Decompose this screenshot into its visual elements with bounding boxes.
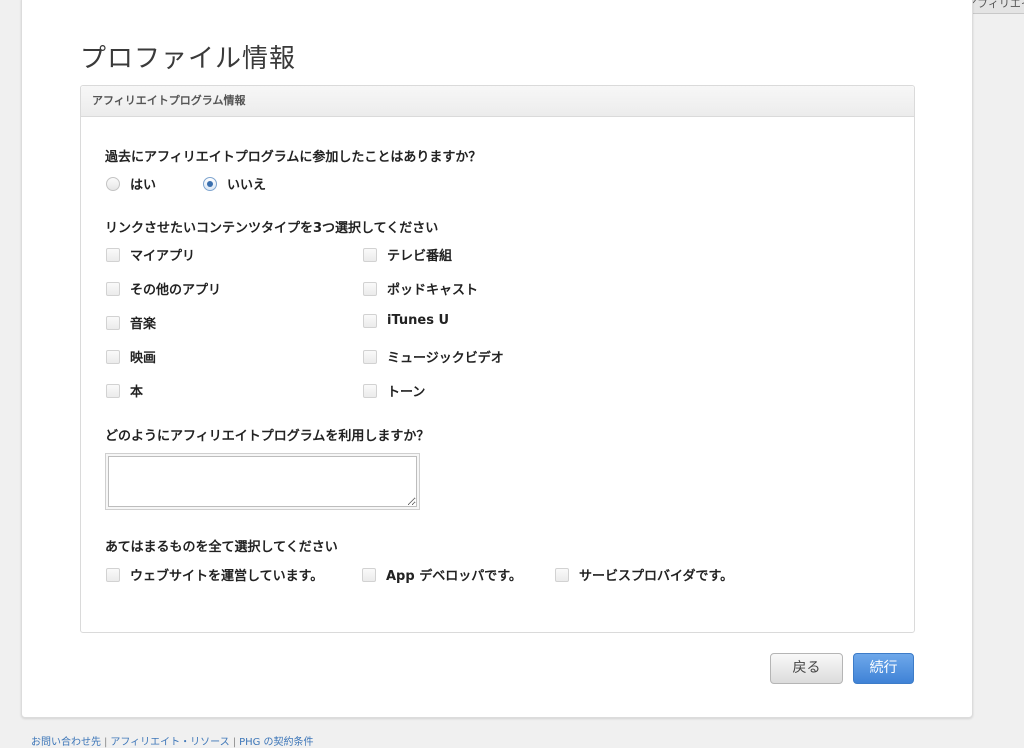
radio-yes[interactable]: はい xyxy=(106,174,156,193)
continue-button[interactable]: 続行 xyxy=(853,653,914,684)
radio-no[interactable]: いいえ xyxy=(203,174,266,193)
footer-link-contact[interactable]: お問い合わせ先 xyxy=(31,737,101,748)
checkbox-label: トーン xyxy=(387,385,426,400)
question-usage: どのようにアフィリエイトプログラムを利用しますか？ xyxy=(105,429,430,444)
checkbox-music[interactable]: 音楽 xyxy=(106,313,156,332)
footer-separator: | xyxy=(104,737,108,748)
question-content-types: リンクさせたいコンテンツタイプを3つ選択してください xyxy=(105,221,439,236)
checkbox-app-developer[interactable]: App デベロッパです。 xyxy=(362,565,522,584)
checkbox-label: 音楽 xyxy=(130,317,157,332)
checkbox[interactable] xyxy=(363,349,377,364)
usage-textarea[interactable] xyxy=(108,456,417,507)
checkbox-label: ポッドキャスト xyxy=(387,283,479,298)
checkbox[interactable] xyxy=(362,567,376,582)
checkbox[interactable] xyxy=(106,567,120,582)
question-past-participation: 過去にアフィリエイトプログラムに参加したことはありますか？ xyxy=(105,150,482,165)
question-applicable: あてはまるものを全て選択してください xyxy=(105,540,338,555)
checkbox-label: App デベロッパです。 xyxy=(386,569,522,584)
checkbox-podcasts[interactable]: ポッドキャスト xyxy=(363,279,478,298)
checkbox[interactable] xyxy=(106,247,120,262)
checkbox-label: iTunes U xyxy=(387,313,450,328)
page-title: プロファイル情報 xyxy=(80,44,297,74)
footer-links: お問い合わせ先 | アフィリエイト・リソース | PHG の契約条件 xyxy=(31,733,314,748)
checkbox[interactable] xyxy=(363,383,377,398)
checkbox[interactable] xyxy=(106,315,120,330)
checkbox[interactable] xyxy=(106,383,120,398)
footer-link-affiliate-resources[interactable]: アフィリエイト・リソース xyxy=(110,737,229,748)
checkbox[interactable] xyxy=(363,281,377,296)
checkbox-service-provider[interactable]: サービスプロバイダです。 xyxy=(555,565,733,584)
checkbox-website-owner[interactable]: ウェブサイトを運営しています。 xyxy=(106,565,323,584)
checkbox-label: その他のアプリ xyxy=(130,283,222,298)
checkbox-music-videos[interactable]: ミュージックビデオ xyxy=(363,347,504,366)
checkbox-tv-shows[interactable]: テレビ番組 xyxy=(363,245,452,264)
checkbox-label: サービスプロバイダです。 xyxy=(579,569,734,584)
checkbox-label: テレビ番組 xyxy=(387,249,453,264)
checkbox-my-apps[interactable]: マイアプリ xyxy=(106,245,195,264)
radio-no-button[interactable] xyxy=(203,176,217,191)
checkbox-other-apps[interactable]: その他のアプリ xyxy=(106,279,221,298)
checkbox-label: ウェブサイトを運営しています。 xyxy=(130,569,324,584)
panel-header: アフィリエイトプログラム情報 xyxy=(81,86,914,117)
checkbox[interactable] xyxy=(106,349,120,364)
checkbox-movies[interactable]: 映画 xyxy=(106,347,156,366)
checkbox-label: マイアプリ xyxy=(130,249,196,264)
checkbox[interactable] xyxy=(363,247,377,262)
checkbox-label: 本 xyxy=(130,385,144,400)
checkbox-tones[interactable]: トーン xyxy=(363,381,425,400)
checkbox[interactable] xyxy=(555,567,569,582)
checkbox-itunes-u[interactable]: iTunes U xyxy=(363,313,449,328)
checkbox-label: 映画 xyxy=(130,351,157,366)
checkbox[interactable] xyxy=(363,313,377,328)
checkbox[interactable] xyxy=(106,281,120,296)
checkbox-books[interactable]: 本 xyxy=(106,381,143,400)
checkbox-label: ミュージックビデオ xyxy=(387,351,504,366)
footer-separator: | xyxy=(232,737,237,748)
back-button[interactable]: 戻る xyxy=(770,653,843,684)
usage-textarea-wrapper xyxy=(105,453,420,510)
radio-yes-label: はい xyxy=(130,178,157,193)
footer-link-phg-terms[interactable]: PHG の契約条件 xyxy=(239,737,313,748)
radio-yes-button[interactable] xyxy=(106,176,120,191)
radio-no-label: いいえ xyxy=(227,178,267,193)
